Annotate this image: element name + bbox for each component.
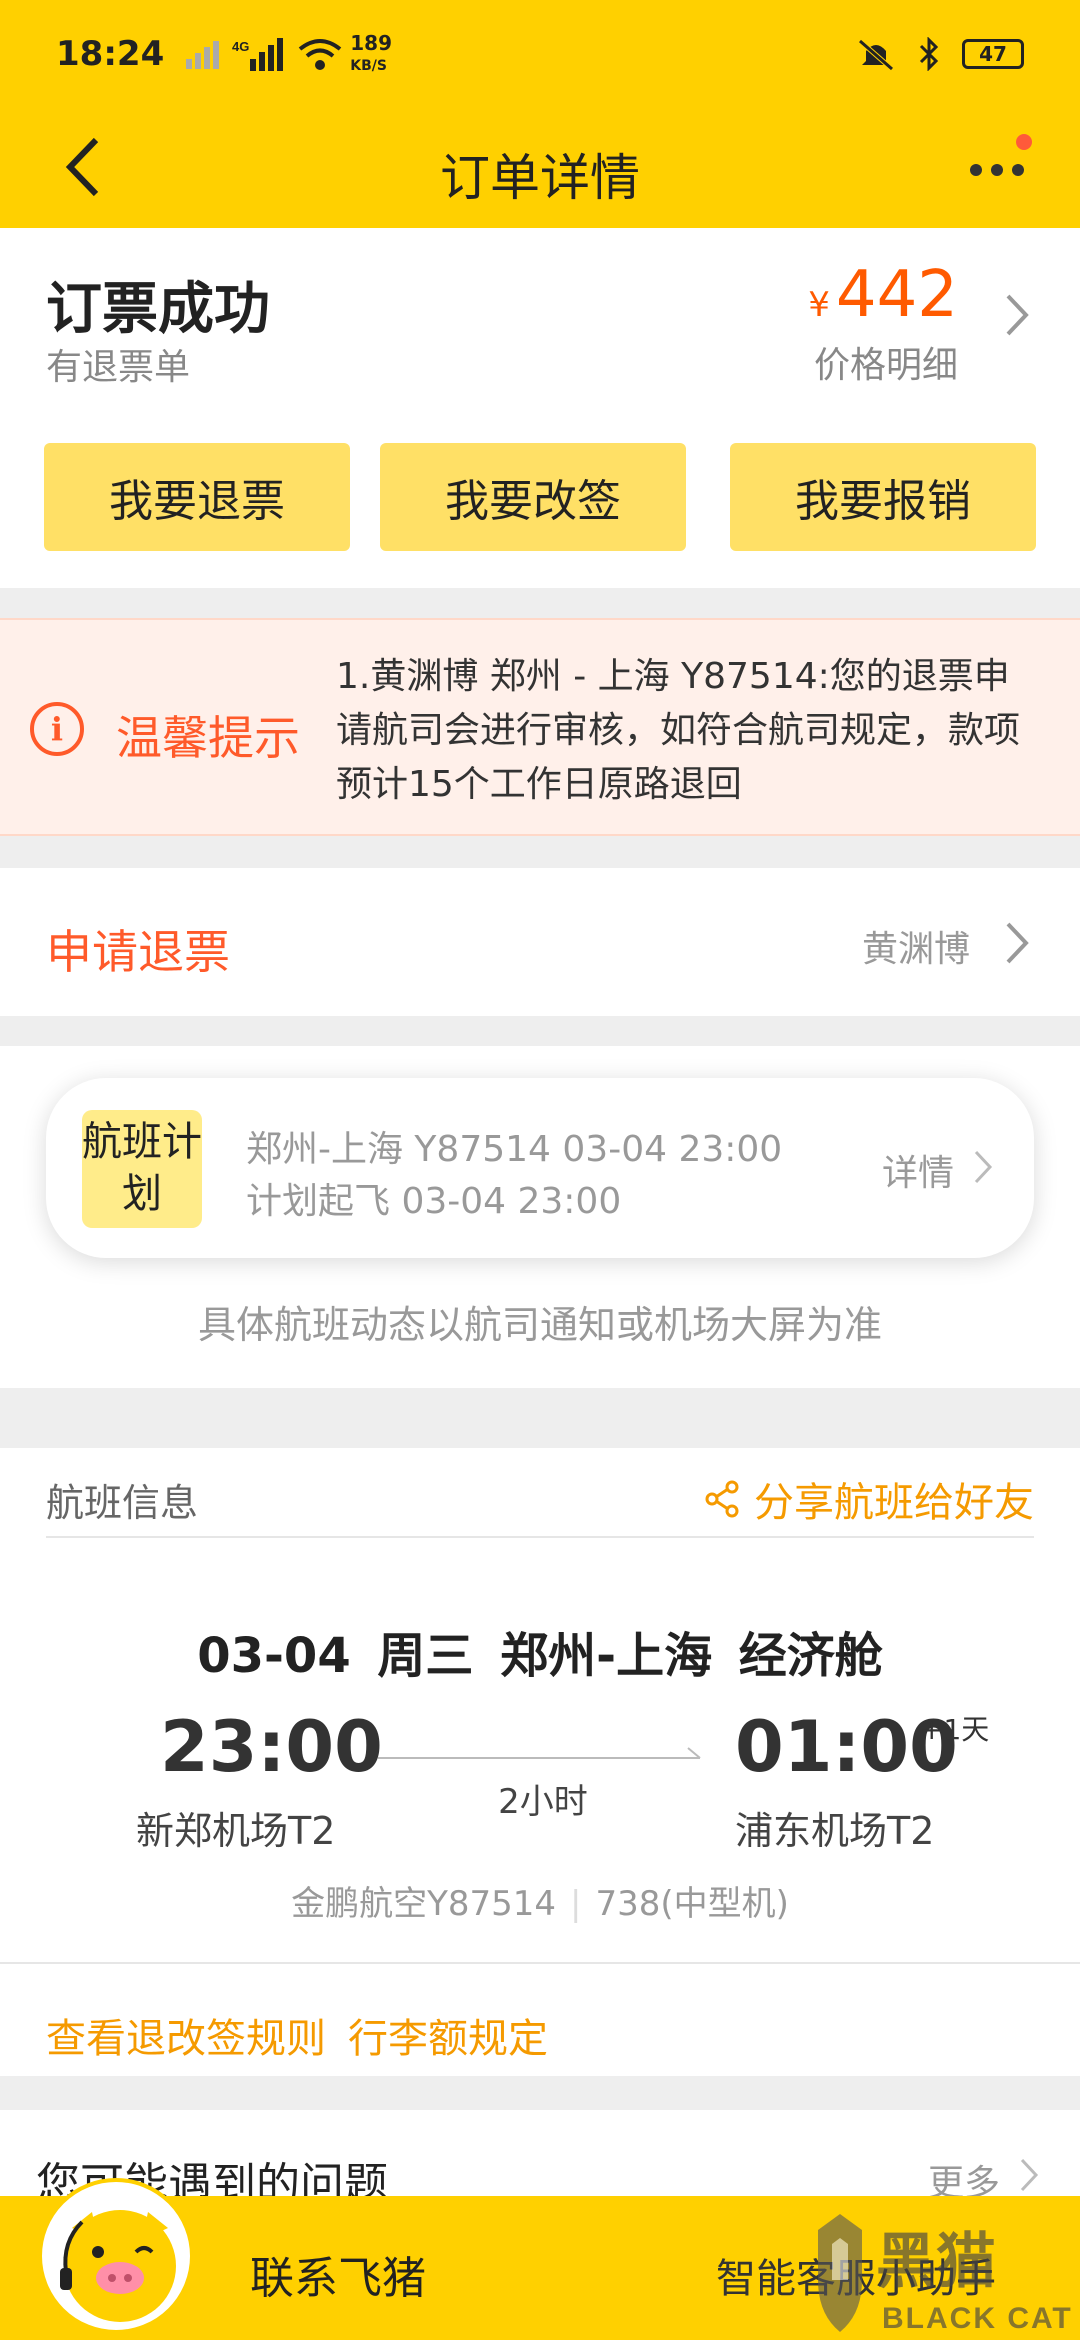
- flight-plan-card[interactable]: 航班计划 郑州-上海 Y87514 03-04 23:00 计划起飞 03-04…: [46, 1078, 1034, 1258]
- flight-duration: 2小时: [498, 1782, 588, 1822]
- flight-plan-note: 具体航班动态以航司通知或机场大屏为准: [197, 1303, 882, 1347]
- flight-plan-badge: 航班计划: [82, 1110, 202, 1228]
- chevron-right-icon: [1020, 2158, 1039, 2192]
- departure-airport: 新郑机场T2: [136, 1809, 336, 1853]
- contact-fliggy-label[interactable]: 联系飞猪: [250, 2242, 426, 2306]
- order-status: 订票成功: [46, 277, 270, 342]
- bluetooth-icon: [919, 37, 939, 71]
- more-dot-icon: [1012, 164, 1024, 176]
- order-sub-status: 有退票单: [46, 347, 191, 388]
- tip-title: 温馨提示: [116, 711, 300, 765]
- reimburse-button[interactable]: 我要报销: [730, 443, 1036, 551]
- nav-bar: 订单详情: [0, 108, 1080, 228]
- refund-title: 申请退票: [46, 925, 230, 979]
- status-time: 18:24: [56, 34, 165, 74]
- pig-mascot-icon: [60, 2210, 176, 2322]
- page-title: 订单详情: [440, 149, 640, 207]
- divider: [0, 1962, 1080, 1964]
- signal-4g-icon: 4G: [232, 38, 284, 71]
- separator: |: [570, 1884, 582, 1924]
- flight-info-card: 航班信息 分享航班给好友 03-04 周三 郑州-上海 经济舱 23:00 2小…: [0, 1448, 1080, 2076]
- departure-time: 23:00: [160, 1706, 383, 1788]
- currency-symbol: ¥: [808, 285, 830, 325]
- bottom-contact-bar[interactable]: 联系飞猪 智能客服小助手 黑猫 BLACK CAT: [0, 2178, 1080, 2340]
- battery-icon: 47: [962, 39, 1024, 69]
- net-speed: 189 KB/S: [350, 33, 392, 76]
- battery-level: 47: [979, 42, 1007, 66]
- more-dot-icon: [991, 164, 1003, 176]
- price-detail-link[interactable]: 价格明细: [814, 336, 958, 388]
- flight-route-summary: 03-04 周三 郑州-上海 经济舱: [197, 1628, 883, 1684]
- divider: [46, 1536, 1034, 1538]
- fliggy-mascot-avatar[interactable]: [38, 2178, 194, 2334]
- refund-button[interactable]: 我要退票: [44, 443, 350, 551]
- svg-text:BLACK CAT: BLACK CAT: [882, 2302, 1073, 2335]
- svg-text:黑猫: 黑猫: [876, 2227, 996, 2297]
- flight-number: 金鹏航空Y87514: [291, 1884, 557, 1924]
- flight-plan-takeoff: 计划起飞 03-04 23:00: [246, 1181, 622, 1222]
- change-ticket-button[interactable]: 我要改签: [380, 443, 686, 551]
- net-speed-value: 189: [350, 30, 392, 55]
- notification-dot: [1016, 134, 1032, 150]
- change-rules-link[interactable]: 查看退改签规则: [46, 2006, 326, 2064]
- flight-plan-section: 航班计划 郑州-上海 Y87514 03-04 23:00 计划起飞 03-04…: [0, 1046, 1080, 1388]
- share-label: 分享航班给好友: [754, 1480, 1034, 1526]
- plus-day-badge: +1天: [920, 1713, 990, 1746]
- flight-info-heading: 航班信息: [46, 1481, 199, 1525]
- airline-info: 金鹏航空Y87514 | 738(中型机): [0, 1876, 1080, 1925]
- baggage-rules-link[interactable]: 行李额规定: [348, 2006, 548, 2064]
- tip-text: 1.黄渊博 郑州 - 上海 Y87514:您的退票申请航司会进行审核，如符合航司…: [336, 656, 1021, 805]
- flight-plan-route: 郑州-上海 Y87514 03-04 23:00: [246, 1129, 783, 1170]
- signal-icon: [186, 41, 220, 69]
- chevron-right-icon: [974, 1150, 993, 1184]
- chevron-right-icon: [1006, 922, 1029, 964]
- order-status-card: 订票成功 有退票单 ¥442 价格明细 我要退票 我要改签 我要报销: [0, 228, 1080, 588]
- warm-tip-box: i 温馨提示 1.黄渊博 郑州 - 上海 Y87514:您的退票申请航司会进行审…: [0, 618, 1080, 836]
- svg-text:4G: 4G: [232, 39, 249, 54]
- net-speed-unit: KB/S: [350, 57, 387, 74]
- aircraft-type: 738(中型机): [595, 1884, 789, 1924]
- more-dot-icon: [970, 164, 982, 176]
- share-icon: [705, 1480, 739, 1518]
- order-price[interactable]: ¥442: [808, 258, 958, 332]
- share-flight-button[interactable]: 分享航班给好友: [704, 1470, 1034, 1528]
- refund-passenger: 黄渊博: [861, 929, 970, 970]
- status-bar: 18:24 4G 189 KB/S 47: [0, 0, 1080, 108]
- status-right: 47: [856, 37, 1024, 71]
- arrival-airport: 浦东机场T2: [735, 1809, 935, 1853]
- mute-vibrate-icon: [858, 39, 894, 71]
- more-options-button[interactable]: [962, 134, 1032, 194]
- refund-application-row[interactable]: 申请退票 黄渊博: [0, 868, 1080, 1016]
- flight-arrow-icon: [378, 1747, 701, 1759]
- flight-plan-detail-link[interactable]: 详情: [882, 1144, 954, 1196]
- chevron-right-icon[interactable]: [1002, 290, 1032, 340]
- wifi-icon: [298, 39, 342, 70]
- info-icon: i: [30, 702, 84, 756]
- black-cat-watermark-logo: 黑猫 BLACK CAT: [818, 2214, 1073, 2335]
- price-value: 442: [835, 258, 958, 332]
